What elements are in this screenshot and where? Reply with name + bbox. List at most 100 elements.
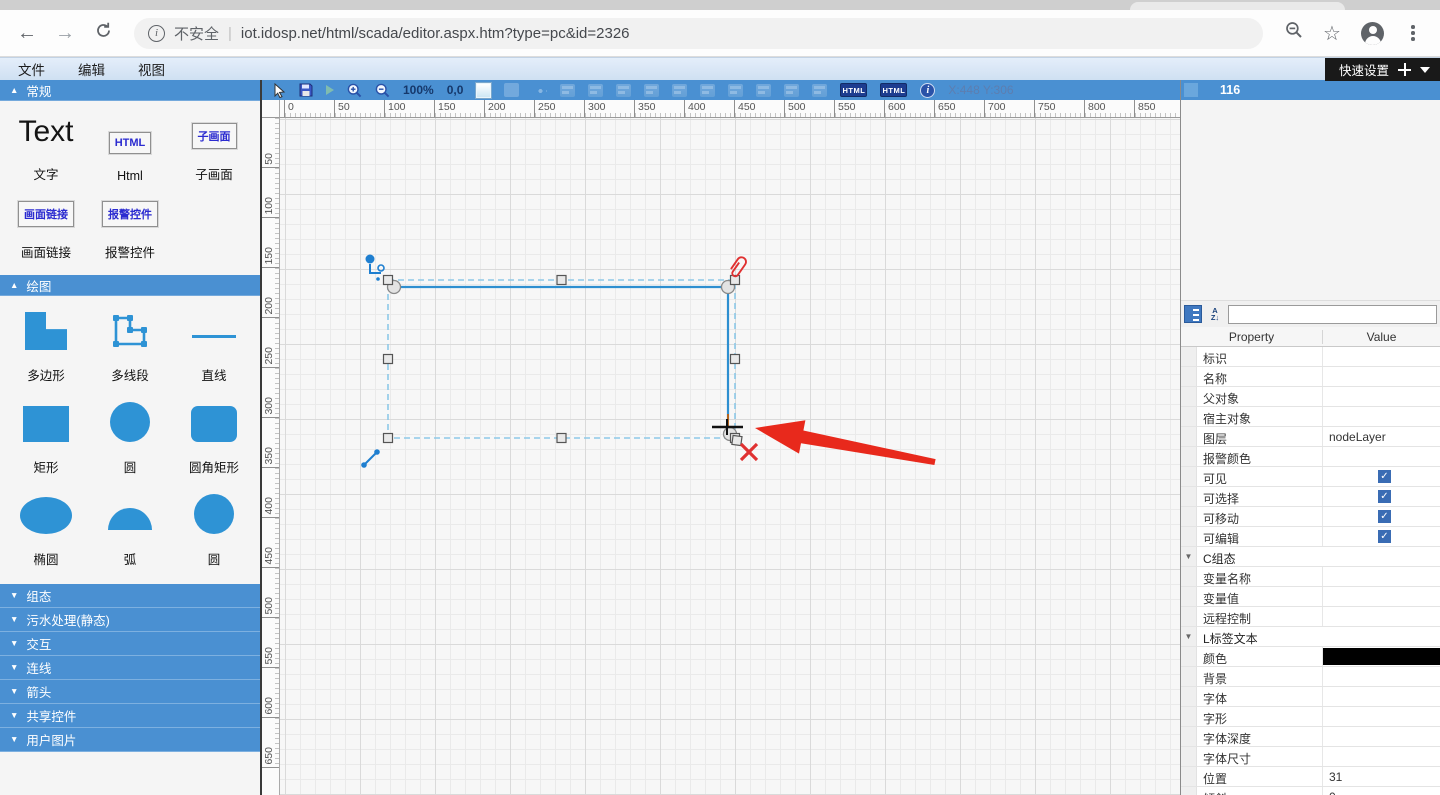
zoom-out-icon[interactable]	[375, 83, 390, 98]
html-export-button[interactable]: HTML	[880, 83, 908, 97]
checkbox-checked-icon[interactable]: ✓	[1378, 470, 1391, 483]
property-row[interactable]: ▼ 字体尺寸 ✓	[1181, 747, 1440, 767]
property-value[interactable]: ✓	[1323, 567, 1440, 586]
property-row[interactable]: ▼ 标识 ✓	[1181, 347, 1440, 367]
polyline-vertices[interactable]	[386, 279, 738, 442]
cursor-tool-icon[interactable]	[273, 82, 286, 98]
palette-item-alarm[interactable]: 报警控件 报警控件	[88, 193, 172, 271]
property-row[interactable]: ▼ L标签文本 ✓	[1181, 627, 1440, 647]
page-info-icon[interactable]: i	[148, 24, 165, 42]
align-top-icon[interactable]	[644, 83, 660, 97]
design-canvas[interactable]	[280, 118, 1180, 795]
collapsed-section-header[interactable]: ▼ 连线	[0, 656, 260, 680]
distribute-v-icon[interactable]	[812, 83, 828, 97]
palette-item-ellipse[interactable]: 椭圆	[4, 486, 88, 578]
sort-az-icon[interactable]: A Z↓	[1206, 305, 1224, 323]
info-icon[interactable]: i	[920, 82, 936, 98]
palette-item-screenlink[interactable]: 画面链接 画面链接	[4, 193, 88, 271]
property-value[interactable]: ✓	[1323, 527, 1440, 546]
palette-item-circle[interactable]: 圆	[88, 394, 172, 486]
property-value[interactable]: ✓	[1323, 447, 1440, 466]
palette-item-text[interactable]: Text 文字	[4, 107, 88, 193]
property-row[interactable]: ▼ 背景 ✓	[1181, 667, 1440, 687]
property-row[interactable]: ▼ C组态 ✓	[1181, 547, 1440, 567]
property-value[interactable]: ✓	[1323, 627, 1440, 646]
property-row[interactable]: ▼ 报警颜色 ✓	[1181, 447, 1440, 467]
section-header-draw[interactable]: ▲ 绘图	[0, 275, 260, 296]
browser-menu-icon[interactable]	[1396, 25, 1430, 41]
palette-item-polygon[interactable]: 多边形	[4, 304, 88, 394]
property-value[interactable]: ✓	[1323, 547, 1440, 566]
browser-tab[interactable]	[1130, 2, 1345, 10]
property-row[interactable]: ▼ 颜色 ✓	[1181, 647, 1440, 667]
group-collapse-icon[interactable]: ▼	[1185, 552, 1193, 561]
collapsed-section-header[interactable]: ▼ 组态	[0, 584, 260, 608]
property-row[interactable]: ▼ 可见 ✓	[1181, 467, 1440, 487]
selection-handles[interactable]	[382, 274, 743, 447]
property-row[interactable]: ▼ 名称 ✓	[1181, 367, 1440, 387]
checkbox-checked-icon[interactable]: ✓	[1378, 510, 1391, 523]
profile-avatar-icon[interactable]	[1361, 21, 1384, 45]
reload-icon[interactable]	[86, 22, 120, 45]
property-value[interactable]: ✓	[1323, 507, 1440, 526]
property-value[interactable]: ✓	[1323, 367, 1440, 386]
property-value[interactable]: ✓	[1323, 727, 1440, 746]
property-row[interactable]: ▼ 父对象 ✓	[1181, 387, 1440, 407]
align-left-icon[interactable]	[560, 83, 576, 97]
property-value[interactable]: ✓	[1323, 667, 1440, 686]
panel-button[interactable]	[1184, 83, 1198, 97]
palette-item-subscreen[interactable]: 子画面 子画面	[172, 107, 256, 193]
save-icon[interactable]	[299, 83, 313, 97]
property-value[interactable]: ✓	[1323, 347, 1440, 366]
property-row[interactable]: ▼ 变量值 ✓	[1181, 587, 1440, 607]
property-value[interactable]: ✓	[1323, 387, 1440, 406]
drawn-polyline[interactable]	[394, 285, 730, 420]
group-icon[interactable]	[504, 83, 520, 97]
align-right-icon[interactable]	[616, 83, 632, 97]
align-bottom-icon[interactable]	[700, 83, 716, 97]
property-row[interactable]: ▼ 可移动 ✓	[1181, 507, 1440, 527]
property-value[interactable]: ✓	[1323, 747, 1440, 766]
distribute-h-icon[interactable]	[784, 83, 800, 97]
property-value[interactable]: 31 ✓	[1323, 767, 1440, 786]
bookmark-star-icon[interactable]: ☆	[1315, 21, 1349, 46]
checkbox-checked-icon[interactable]: ✓	[1378, 530, 1391, 543]
checkbox-checked-icon[interactable]: ✓	[1378, 490, 1391, 503]
anchor-points-icon[interactable]	[532, 83, 548, 97]
color-swatch[interactable]	[1323, 648, 1440, 665]
align-middle-icon[interactable]	[672, 83, 688, 97]
palette-item-polyline[interactable]: 多线段	[88, 304, 172, 394]
collapsed-section-header[interactable]: ▼ 箭头	[0, 680, 260, 704]
section-header-general[interactable]: ▲ 常规	[0, 80, 260, 101]
back-icon[interactable]: ←	[10, 22, 44, 45]
property-filter-input[interactable]	[1228, 304, 1437, 324]
collapsed-section-header[interactable]: ▼ 共享控件	[0, 704, 260, 728]
run-icon[interactable]	[326, 85, 334, 95]
menu-file[interactable]: 文件	[18, 59, 45, 79]
browser-zoom-icon[interactable]	[1277, 21, 1311, 45]
canvas-background-icon[interactable]	[476, 82, 492, 98]
collapsed-section-header[interactable]: ▼ 交互	[0, 632, 260, 656]
zoom-in-icon[interactable]	[347, 83, 362, 98]
property-value[interactable]: ✓	[1323, 407, 1440, 426]
property-value[interactable]: ✓	[1323, 607, 1440, 626]
url-bar[interactable]: i 不安全 | iot.idosp.net/html/scada/editor.…	[134, 17, 1263, 49]
property-value[interactable]: ✓	[1323, 647, 1440, 666]
property-value[interactable]: ✓	[1323, 467, 1440, 486]
palette-item-line[interactable]: 直线	[172, 304, 256, 394]
property-row[interactable]: ▼ 可编辑 ✓	[1181, 527, 1440, 547]
group-collapse-icon[interactable]: ▼	[1185, 632, 1193, 641]
property-value[interactable]: 0 ✓	[1323, 787, 1440, 795]
same-height-icon[interactable]	[756, 83, 772, 97]
property-row[interactable]: ▼ 远程控制 ✓	[1181, 607, 1440, 627]
same-width-icon[interactable]	[728, 83, 744, 97]
property-row[interactable]: ▼ 位置 31 ✓	[1181, 767, 1440, 787]
property-row[interactable]: ▼ 可选择 ✓	[1181, 487, 1440, 507]
collapsed-section-header[interactable]: ▼ 用户图片	[0, 728, 260, 752]
menu-edit[interactable]: 编辑	[78, 59, 105, 79]
value-column-header[interactable]: Value	[1323, 330, 1440, 344]
property-row[interactable]: ▼ 字体 ✓	[1181, 687, 1440, 707]
palette-item-roundrect[interactable]: 圆角矩形	[172, 394, 256, 486]
property-row[interactable]: ▼ 图层 nodeLayer ✓	[1181, 427, 1440, 447]
palette-item-html[interactable]: HTML Html	[88, 107, 172, 193]
